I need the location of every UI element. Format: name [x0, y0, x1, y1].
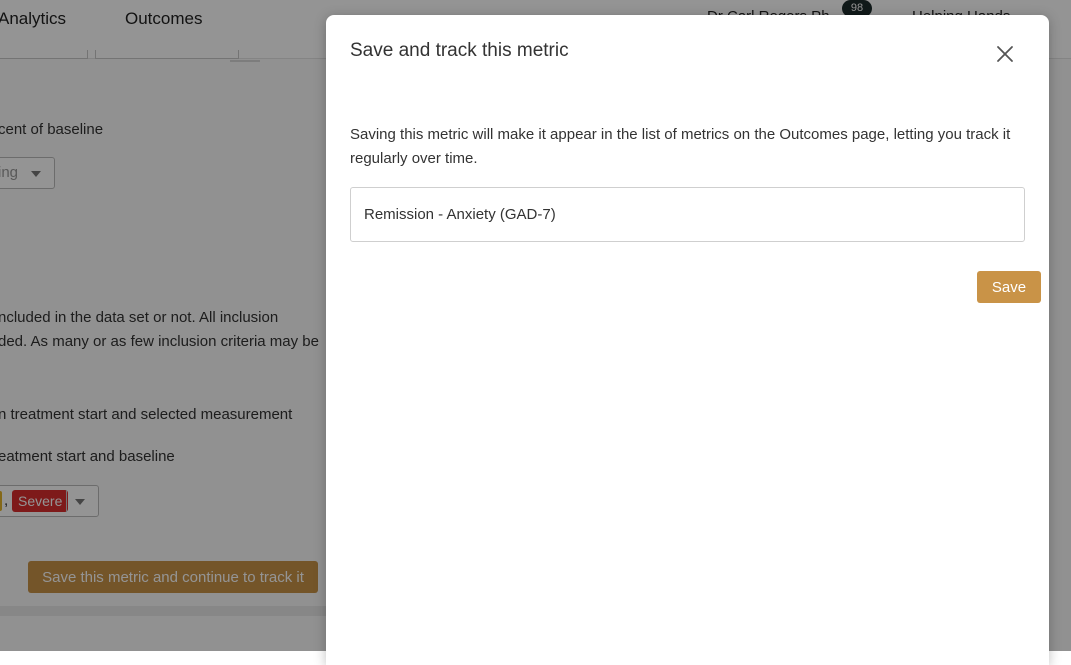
dialog-title: Save and track this metric: [350, 40, 569, 61]
dialog-description: Saving this metric will make it appear i…: [350, 126, 1011, 167]
metric-name-input[interactable]: [350, 187, 1025, 242]
save-button[interactable]: Save: [977, 271, 1041, 303]
save-metric-dialog: Save and track this metric Saving this m…: [326, 15, 1049, 665]
close-icon: [997, 46, 1013, 62]
close-button[interactable]: [990, 39, 1020, 69]
